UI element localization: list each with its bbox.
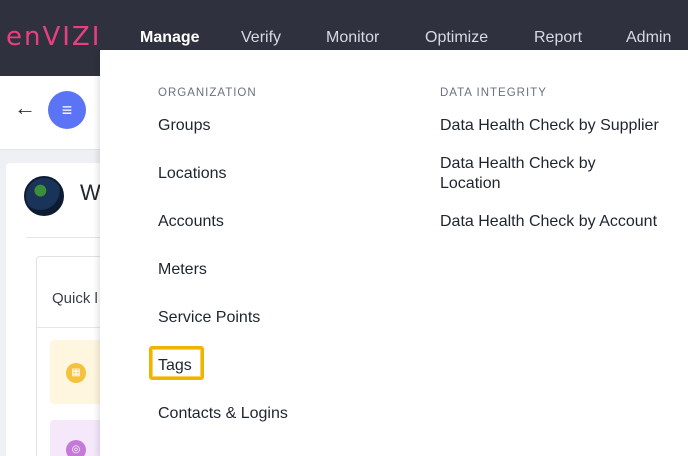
globe-icon <box>24 176 64 216</box>
nav-admin[interactable]: Admin <box>626 29 671 47</box>
nav-manage[interactable]: Manage <box>140 29 200 47</box>
location-pin-icon: ◎ <box>66 440 86 456</box>
arrow-left-icon[interactable]: ← <box>14 97 36 119</box>
nav-verify[interactable]: Verify <box>241 29 281 47</box>
menu-item-groups[interactable]: Groups <box>158 116 210 136</box>
hamburger-menu-icon[interactable]: ≡ <box>48 91 86 129</box>
nav-report[interactable]: Report <box>534 29 582 47</box>
calendar-icon: ▦ <box>66 363 86 383</box>
menu-item-accounts[interactable]: Accounts <box>158 212 224 232</box>
menu-item-health-check-account[interactable]: Data Health Check by Account <box>440 212 657 232</box>
nav-optimize[interactable]: Optimize <box>425 29 488 47</box>
nav-monitor[interactable]: Monitor <box>326 29 379 47</box>
menu-item-locations[interactable]: Locations <box>158 164 227 184</box>
menu-item-service-points[interactable]: Service Points <box>158 308 260 328</box>
data-integrity-header: DATA INTEGRITY <box>440 87 547 99</box>
menu-item-health-check-supplier[interactable]: Data Health Check by Supplier <box>440 116 659 136</box>
menu-item-tags[interactable]: Tags <box>158 356 192 376</box>
welcome-title: W <box>80 180 101 205</box>
menu-item-health-check-location[interactable]: Data Health Check by Location <box>440 154 630 194</box>
quick-links-label: Quick l <box>52 290 98 307</box>
organization-header: ORGANIZATION <box>158 87 257 99</box>
manage-dropdown-menu <box>100 50 688 456</box>
envizi-logo[interactable]: enVIZI <box>6 22 101 52</box>
menu-item-contacts-logins[interactable]: Contacts & Logins <box>158 404 288 424</box>
menu-item-meters[interactable]: Meters <box>158 260 207 280</box>
